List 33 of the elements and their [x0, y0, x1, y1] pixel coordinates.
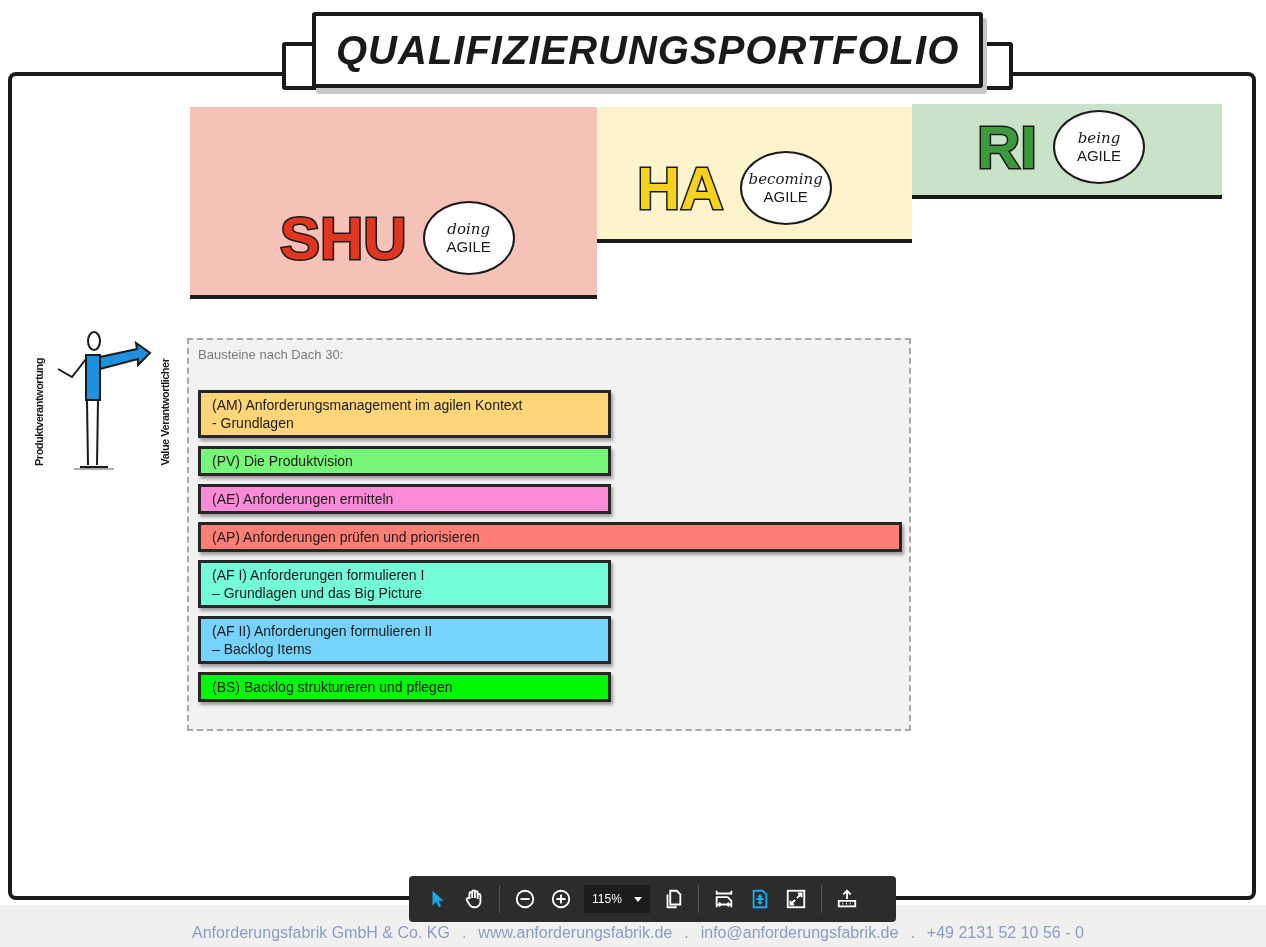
level-label: SHU: [280, 207, 407, 271]
footer-link[interactable]: www.anforderungsfabrik.de: [478, 923, 673, 943]
footer-link[interactable]: info@anforderungsfabrik.de: [700, 923, 899, 943]
footer-separator: .: [909, 923, 916, 943]
footer-text: Anforderungsfabrik GmbH & Co. KG: [192, 923, 450, 943]
bubble-text: AGILE: [446, 238, 491, 256]
zoom-out-icon: [514, 888, 536, 910]
module-card: (AP) Anforderungen prüfen und priorisieren: [198, 522, 902, 552]
fit-width-icon: [713, 888, 735, 910]
bubble-text: doing: [447, 220, 491, 238]
module-card: (PV) Die Produktvision: [198, 446, 611, 476]
level-label: RI: [977, 116, 1037, 180]
upload-icon: [836, 888, 858, 910]
footer-separator: .: [460, 923, 468, 943]
module-card: (AF I) Anforderungen formulieren I – Grundlagen und das Big Picture: [198, 560, 611, 608]
zoom-dropdown[interactable]: 115%: [584, 885, 650, 913]
zoom-in-icon: [550, 888, 572, 910]
module-card: (AM) Anforderungsmanagement im agilen Kontext - Grundlagen: [198, 390, 611, 438]
footer-text: +49 2131 52 10 56 - 0: [926, 923, 1084, 943]
module-card: (AF II) Anforderungen formulieren II – Backlog Items: [198, 616, 611, 664]
fullscreen-icon: [785, 888, 807, 910]
module-card: (AE) Anforderungen ermitteln: [198, 484, 611, 514]
vertical-caption: Value Verantwortlicher: [157, 358, 172, 466]
caret-icon: [634, 896, 642, 902]
panel-heading: Bausteine nach Dach 30:: [198, 346, 345, 364]
vertical-caption: Produktverantwortung: [31, 358, 46, 466]
bubble-text: AGILE: [763, 188, 808, 206]
footer-separator: .: [683, 923, 690, 943]
bubble-text: being: [1077, 129, 1121, 147]
module-card: (BS) Backlog strukturieren und pflegen: [198, 672, 611, 702]
level-label: HA: [637, 157, 724, 221]
bubble-text: AGILE: [1076, 147, 1122, 165]
bubble-text: becoming: [748, 170, 823, 188]
